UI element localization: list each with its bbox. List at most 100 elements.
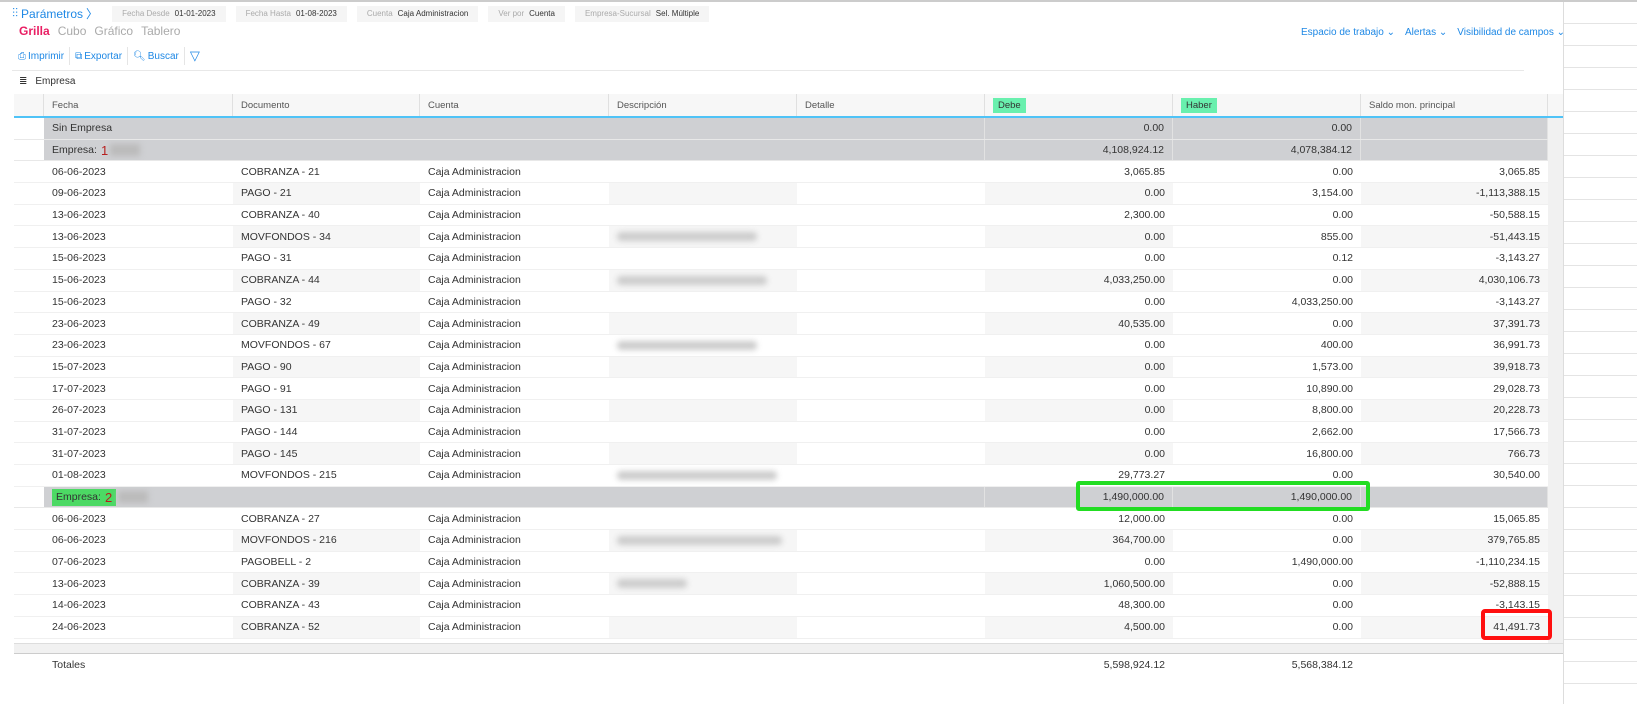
cell-haber: 0.00 xyxy=(1332,534,1353,547)
alerts-menu[interactable]: Alertas ⌄ xyxy=(1405,27,1447,38)
table-row[interactable]: 15-06-2023 PAGO - 31 Caja Administracion 0.… xyxy=(14,248,1548,270)
table-row[interactable]: 23-06-2023 COBRANZA - 49 Caja Administraci… xyxy=(14,313,1548,335)
table-row[interactable]: 26-07-2023 PAGO - 131 Caja Administracion 0… xyxy=(14,399,1548,422)
chevron-down-icon: ⌄ xyxy=(1556,27,1565,38)
col-fecha[interactable]: Fecha xyxy=(44,94,233,116)
table-row[interactable]: 13-06-2023 MOVFONDOS - 34 Caja Administrac… xyxy=(14,226,1548,249)
cell-descripcion xyxy=(609,183,797,204)
cell-haber: 0.00 xyxy=(1332,209,1353,222)
cell-haber: 0.00 xyxy=(1332,274,1353,287)
table-row[interactable]: 07-06-2023 PAGOBELL - 2 Caja Administracio… xyxy=(14,552,1548,574)
group-row[interactable]: Sin Empresa 0.00 0.00 xyxy=(14,118,1548,140)
table-row[interactable]: 15-07-2023 PAGO - 90 Caja Administracion 0.… xyxy=(14,356,1548,379)
group-haber: 4,078,384.12 xyxy=(1173,139,1361,161)
table-row[interactable]: 24-06-2023 COBRANZA - 52 Caja Administraci… xyxy=(14,616,1548,639)
group-saldo xyxy=(1361,118,1548,139)
cell-detalle xyxy=(797,357,985,378)
table-row[interactable]: 15-06-2023 PAGO - 32 Caja Administracion 0.… xyxy=(14,292,1548,314)
table-row[interactable]: 14-06-2023 COBRANZA - 43 Caja Administraci… xyxy=(14,595,1548,617)
tab-tablero[interactable]: Tablero xyxy=(141,24,180,38)
field-visibility-menu[interactable]: Visibilidad de campos ⌄ xyxy=(1457,27,1565,38)
col-haber[interactable]: Haber xyxy=(1173,94,1361,116)
cell-cuenta: Caja Administracion xyxy=(428,621,521,634)
cell-documento: MOVFONDOS - 67 xyxy=(241,339,331,352)
cell-cuenta: Caja Administracion xyxy=(428,469,521,482)
table-row[interactable]: 06-06-2023 COBRANZA - 27 Caja Administraci… xyxy=(14,508,1548,531)
chevron-right-icon: 〉 xyxy=(86,7,99,21)
cell-debe: 0.00 xyxy=(985,226,1173,248)
cell-descripcion xyxy=(609,313,797,334)
table-row[interactable]: 15-06-2023 COBRANZA - 44 Caja Administraci… xyxy=(14,269,1548,292)
filter-value: Cuenta xyxy=(529,9,555,18)
table-row[interactable]: 31-07-2023 PAGO - 145 Caja Administracion 0… xyxy=(14,443,1548,465)
cell-cuenta: Caja Administracion xyxy=(428,534,521,547)
table-row[interactable]: 31-07-2023 PAGO - 144 Caja Administracion 0… xyxy=(14,422,1548,444)
cell-debe: 1,060,500.00 xyxy=(985,573,1173,595)
cell-documento: PAGO - 32 xyxy=(241,295,292,308)
cell-haber: 2,662.00 xyxy=(1312,425,1353,438)
cell-documento: PAGO - 145 xyxy=(233,443,420,464)
cell-documento: COBRANZA - 44 xyxy=(233,269,420,291)
table-row[interactable]: 06-06-2023 COBRANZA - 21 Caja Administraci… xyxy=(14,161,1548,184)
table-row[interactable]: 17-07-2023 PAGO - 91 Caja Administracion 0.… xyxy=(14,378,1548,400)
divider xyxy=(12,70,1524,71)
cell-debe: 48,300.00 xyxy=(1118,599,1165,612)
filter-value: 01-08-2023 xyxy=(295,9,337,18)
export-button[interactable]: ⧉ Exportar xyxy=(70,47,129,65)
table-row[interactable]: 13-06-2023 COBRANZA - 39 Caja Administraci… xyxy=(14,573,1548,596)
filter-pill[interactable]: Empresa-Sucursal Sel. Múltiple xyxy=(574,5,710,22)
cell-descripcion xyxy=(609,616,797,638)
filter-button[interactable]: ▽ xyxy=(185,47,205,65)
col-detalle[interactable]: Detalle xyxy=(797,94,985,116)
table-row[interactable]: 13-06-2023 COBRANZA - 40 Caja Administraci… xyxy=(14,205,1548,227)
cell-documento: COBRANZA - 27 xyxy=(241,512,320,525)
filter-pill[interactable]: Ver por Cuenta xyxy=(488,5,565,22)
grid-body[interactable]: ▲ Sin Empresa 0.00 0.00 Empresa: 1 4,108,924.1… xyxy=(14,118,1563,643)
empty xyxy=(797,654,985,675)
cell-descripcion xyxy=(609,595,797,616)
search-button[interactable]: 🔍︎ Buscar xyxy=(128,47,185,65)
cell-descripcion xyxy=(609,161,797,182)
cell-detalle xyxy=(797,530,985,551)
cell-fecha: 06-06-2023 xyxy=(52,512,106,525)
cell-descripcion xyxy=(609,335,797,356)
tab-cubo[interactable]: Cubo xyxy=(58,24,87,38)
cell-descripcion xyxy=(609,378,797,399)
cell-detalle xyxy=(797,400,985,421)
col-saldo[interactable]: Saldo mon. principal xyxy=(1361,94,1548,116)
horizontal-scrollbar[interactable] xyxy=(14,643,1563,653)
col-documento[interactable]: Documento xyxy=(233,94,420,116)
cell-detalle xyxy=(797,292,985,313)
cell-documento: PAGO - 144 xyxy=(241,425,298,438)
indent xyxy=(14,530,44,551)
table-row[interactable]: 09-06-2023 PAGO - 21 Caja Administracion 0.… xyxy=(14,183,1548,205)
print-button[interactable]: ⎙ Imprimir xyxy=(18,47,71,65)
group-by-chip[interactable]: ≣ Empresa xyxy=(19,76,75,87)
chevron-down-icon: ⌄ xyxy=(1386,27,1395,38)
table-row[interactable]: 06-06-2023 MOVFONDOS - 216 Caja Administra… xyxy=(14,530,1548,552)
scroll-up-icon[interactable]: ▲ xyxy=(1554,121,1561,128)
cell-descripcion xyxy=(609,269,797,291)
cell-saldo: 17,566.73 xyxy=(1493,425,1540,438)
cell-fecha: 15-06-2023 xyxy=(52,274,106,287)
highlight-box-green xyxy=(1076,481,1370,511)
table-row[interactable]: 23-06-2023 MOVFONDOS - 67 Caja Administrac… xyxy=(14,335,1548,357)
filter-pill[interactable]: Fecha Hasta 01-08-2023 xyxy=(235,5,347,22)
tab-grilla[interactable]: Grilla xyxy=(19,24,50,38)
col-debe[interactable]: Debe xyxy=(985,94,1173,116)
group-row[interactable]: Empresa: 1 4,108,924.12 4,078,384.12 xyxy=(14,139,1548,162)
cell-haber: 8,800.00 xyxy=(1312,404,1353,417)
cell-debe: 3,065.85 xyxy=(1124,165,1165,178)
header-spacer xyxy=(14,94,44,116)
sliders-icon: ⫶⫶ xyxy=(12,6,19,20)
filter-pill[interactable]: Cuenta Caja Administracion xyxy=(356,5,479,22)
filter-pill[interactable]: Fecha Desde 01-01-2023 xyxy=(112,5,226,22)
tab-grafico[interactable]: Gráfico xyxy=(94,24,133,38)
indent xyxy=(14,313,44,334)
cell-saldo: -51,443.15 xyxy=(1361,226,1548,248)
col-cuenta[interactable]: Cuenta xyxy=(420,94,609,116)
col-descripcion[interactable]: Descripción xyxy=(609,94,797,116)
cell-debe: 4,033,250.00 xyxy=(985,269,1173,291)
workspace-menu[interactable]: Espacio de trabajo ⌄ xyxy=(1301,27,1395,38)
parametros-button[interactable]: ⫶⫶ Parámetros 〉 xyxy=(12,5,98,22)
